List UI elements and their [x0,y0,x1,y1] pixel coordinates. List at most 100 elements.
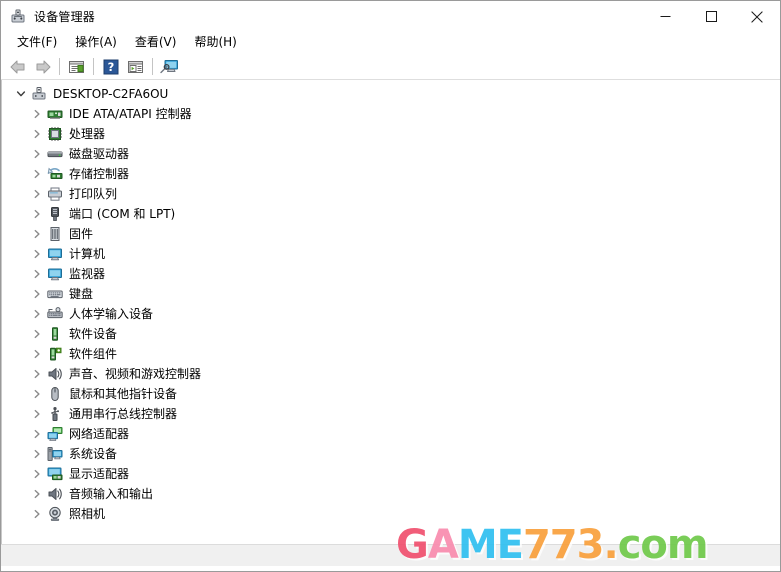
computer-icon [47,246,63,262]
chevron-right-icon[interactable] [29,426,45,442]
scan-hardware-button[interactable] [157,55,182,78]
tree-row-monitor[interactable]: 监视器 [2,264,779,284]
computer-root-icon [31,86,47,102]
tree-item-label: 显示适配器 [69,467,130,481]
chevron-right-icon[interactable] [29,126,45,142]
sound-video-game-icon [47,366,63,382]
forward-button[interactable] [30,55,55,78]
tree-row-software-component[interactable]: 软件组件 [2,344,779,364]
menu-view[interactable]: 查看(V) [126,33,186,53]
tree-item-label: 声音、视频和游戏控制器 [69,367,202,381]
chevron-right-icon[interactable] [29,486,45,502]
tree-item-label: 照相机 [69,507,106,521]
chevron-right-icon[interactable] [29,366,45,382]
caption-buttons [642,1,780,32]
tree-row-camera[interactable]: 照相机 [2,504,779,524]
watermark-char: o [640,522,668,568]
help-button[interactable]: ? [98,55,123,78]
tree-item-label: 鼠标和其他指针设备 [69,387,178,401]
chevron-right-icon[interactable] [29,446,45,462]
chevron-right-icon[interactable] [29,306,45,322]
chevron-right-icon[interactable] [29,406,45,422]
watermark-char: . [603,522,618,568]
tree-row-disk-drive[interactable]: 磁盘驱动器 [2,144,779,164]
watermark-char: 7 [522,522,551,568]
watermark-char: G [396,522,429,568]
minimize-button[interactable] [642,1,688,32]
watermark-char: M [457,522,498,568]
scan-hardware-changes-icon [160,58,179,75]
window-title: 设备管理器 [34,10,96,24]
tree-item-label: 人体学输入设备 [69,307,154,321]
menu-help[interactable]: 帮助(H) [185,33,245,53]
tree-row-sound-video-game[interactable]: 声音、视频和游戏控制器 [2,364,779,384]
chevron-right-icon[interactable] [29,166,45,182]
tree-row-processor[interactable]: 处理器 [2,124,779,144]
tree-row-mouse[interactable]: 鼠标和其他指针设备 [2,384,779,404]
watermark-char: 7 [549,522,578,568]
tree-row-keyboard[interactable]: 键盘 [2,284,779,304]
watermark-char: A [427,522,459,568]
chevron-right-icon[interactable] [29,386,45,402]
chevron-right-icon[interactable] [29,246,45,262]
menu-file[interactable]: 文件(F) [8,33,66,53]
device-tree[interactable]: DESKTOP-C2FA6OU IDE ATA/ATAPI 控制器 处理器 磁盘… [1,80,780,544]
tree-row-hid[interactable]: 人体学输入设备 [2,304,779,324]
watermark-game773: GAME773.com [396,522,709,568]
camera-icon [47,506,63,522]
properties-icon [68,59,85,75]
close-button[interactable] [734,1,780,32]
svg-text:?: ? [107,60,114,74]
disk-drive-icon [47,146,63,162]
tree-item-label: 软件组件 [69,347,118,361]
show-hidden-button[interactable] [123,55,148,78]
tree-row-ports[interactable]: 端口 (COM 和 LPT) [2,204,779,224]
chevron-right-icon[interactable] [29,346,45,362]
tree-row-print-queue[interactable]: 打印队列 [2,184,779,204]
tree-row-audio-io[interactable]: 音频输入和输出 [2,484,779,504]
tree-item-label: 打印队列 [69,187,118,201]
chevron-right-icon[interactable] [29,326,45,342]
toolbar-separator-1 [59,58,60,75]
tree-item-label: 磁盘驱动器 [69,147,130,161]
forward-arrow-icon [34,59,52,75]
maximize-button[interactable] [688,1,734,32]
chevron-right-icon[interactable] [29,206,45,222]
chevron-right-icon[interactable] [29,466,45,482]
chevron-right-icon[interactable] [29,266,45,282]
audio-io-icon [47,486,63,502]
chevron-right-icon[interactable] [29,106,45,122]
tree-row-storage-controller[interactable]: 存储控制器 [2,164,779,184]
tree-item-label: 计算机 [69,247,106,261]
firmware-icon [47,226,63,242]
chevron-right-icon[interactable] [29,226,45,242]
tree-row-root[interactable]: DESKTOP-C2FA6OU [2,84,779,104]
tree-row-display-adapter[interactable]: 显示适配器 [2,464,779,484]
tree-row-software-device[interactable]: 软件设备 [2,324,779,344]
tree-row-firmware[interactable]: 固件 [2,224,779,244]
toolbar-separator-3 [152,58,153,75]
network-adapter-icon [47,426,63,442]
tree-row-system-device[interactable]: 系统设备 [2,444,779,464]
monitor-icon [47,266,63,282]
tree-item-label: 存储控制器 [69,167,130,181]
chevron-down-icon[interactable] [13,86,29,102]
back-button[interactable] [5,55,30,78]
device-manager-icon [10,9,26,25]
menu-action[interactable]: 操作(A) [66,33,126,53]
chevron-right-icon[interactable] [29,146,45,162]
chevron-right-icon[interactable] [29,186,45,202]
tree-item-label: 处理器 [69,127,106,141]
tree-row-ide-controller[interactable]: IDE ATA/ATAPI 控制器 [2,104,779,124]
ide-controller-icon [47,106,63,122]
tree-row-network-adapter[interactable]: 网络适配器 [2,424,779,444]
chevron-right-icon[interactable] [29,506,45,522]
tree-row-computer[interactable]: 计算机 [2,244,779,264]
tree-row-usb-controller[interactable]: 通用串行总线控制器 [2,404,779,424]
watermark-char: E [496,522,524,568]
hid-icon [47,306,63,322]
toolbar-separator-2 [93,58,94,75]
chevron-right-icon[interactable] [29,286,45,302]
properties-button[interactable] [64,55,89,78]
tree-item-label: 端口 (COM 和 LPT) [69,207,176,221]
